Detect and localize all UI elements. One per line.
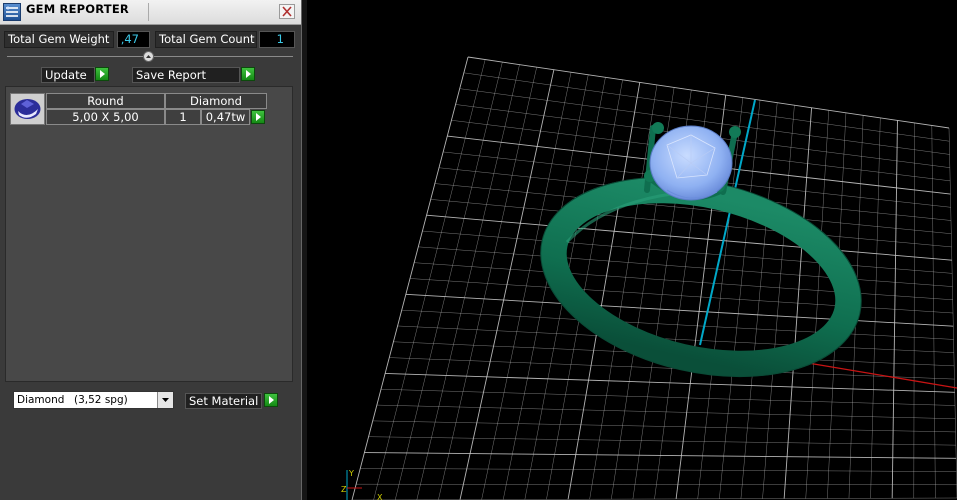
play-arrow-icon (246, 70, 251, 78)
collapse-button[interactable] (143, 51, 154, 62)
grid-line (783, 107, 813, 499)
chevron-up-icon (146, 55, 151, 58)
gem-list (5, 86, 293, 382)
title-bar: GEM REPORTER (0, 0, 301, 25)
grid-line (356, 483, 957, 486)
gem-reporter-panel: GEM REPORTER Total Gem Weight ,47 Total … (0, 0, 301, 500)
grid-line (368, 436, 956, 446)
grid-line (380, 389, 956, 406)
shape-cell: Round (46, 93, 165, 109)
close-icon (282, 6, 292, 17)
grid-line (385, 372, 955, 393)
axis-indicator: Y Z X (341, 469, 383, 500)
grid-line (405, 293, 954, 327)
viewport-canvas[interactable]: Y Z X (307, 0, 957, 500)
material-cell: Diamond (165, 93, 267, 109)
size-cell: 5,00 X 5,00 (46, 109, 165, 125)
ring-model[interactable] (521, 122, 881, 406)
material-dropdown-button[interactable] (157, 392, 173, 408)
count-cell: 1 (165, 109, 201, 125)
chevron-down-icon (162, 398, 169, 402)
window-title: GEM REPORTER (26, 2, 129, 16)
material-select[interactable]: Diamond (3,52 spg) (13, 391, 174, 409)
total-gem-weight-label: Total Gem Weight (4, 31, 114, 48)
play-arrow-icon (269, 396, 274, 404)
total-gem-count-label: Total Gem Count (155, 31, 257, 48)
prong (652, 122, 664, 134)
set-material-button[interactable]: Set Material (185, 393, 262, 409)
grid-line (762, 105, 795, 499)
3d-viewport[interactable]: Y Z X (307, 0, 957, 500)
update-button[interactable]: Update (41, 67, 95, 83)
grid-line (364, 452, 957, 459)
save-report-arrow-button[interactable] (241, 67, 255, 81)
update-arrow-button[interactable] (95, 67, 109, 81)
diamond-gem[interactable] (649, 125, 733, 201)
title-separator (148, 3, 149, 21)
grid-line (372, 420, 956, 433)
grid-line (805, 110, 829, 499)
gem-reporter-app-icon (3, 3, 21, 21)
set-material-arrow-button[interactable] (264, 393, 278, 407)
round-gem-icon (14, 99, 41, 119)
material-select-name: Diamond (17, 394, 65, 406)
close-button[interactable] (279, 4, 295, 19)
axis-label-y: Y (348, 469, 354, 478)
play-arrow-icon (100, 70, 105, 78)
x-axis-line (801, 361, 957, 389)
grid-line (401, 309, 954, 340)
play-arrow-icon (256, 113, 261, 121)
gem-row-arrow-button[interactable] (251, 110, 265, 124)
axis-label-z: Z (341, 485, 347, 494)
save-report-button[interactable]: Save Report (132, 67, 240, 83)
grid-line (409, 278, 954, 314)
gem-thumbnail[interactable] (10, 93, 45, 125)
total-gem-weight-value: ,47 (117, 31, 150, 48)
weight-cell: 0,47tw (201, 109, 250, 125)
grid-line (376, 404, 956, 419)
material-select-spg: (3,52 spg) (74, 394, 128, 406)
grid-line (740, 102, 778, 499)
axis-label-x: X (377, 493, 383, 500)
prong (729, 126, 741, 138)
total-gem-count-value: 1 (259, 31, 295, 48)
